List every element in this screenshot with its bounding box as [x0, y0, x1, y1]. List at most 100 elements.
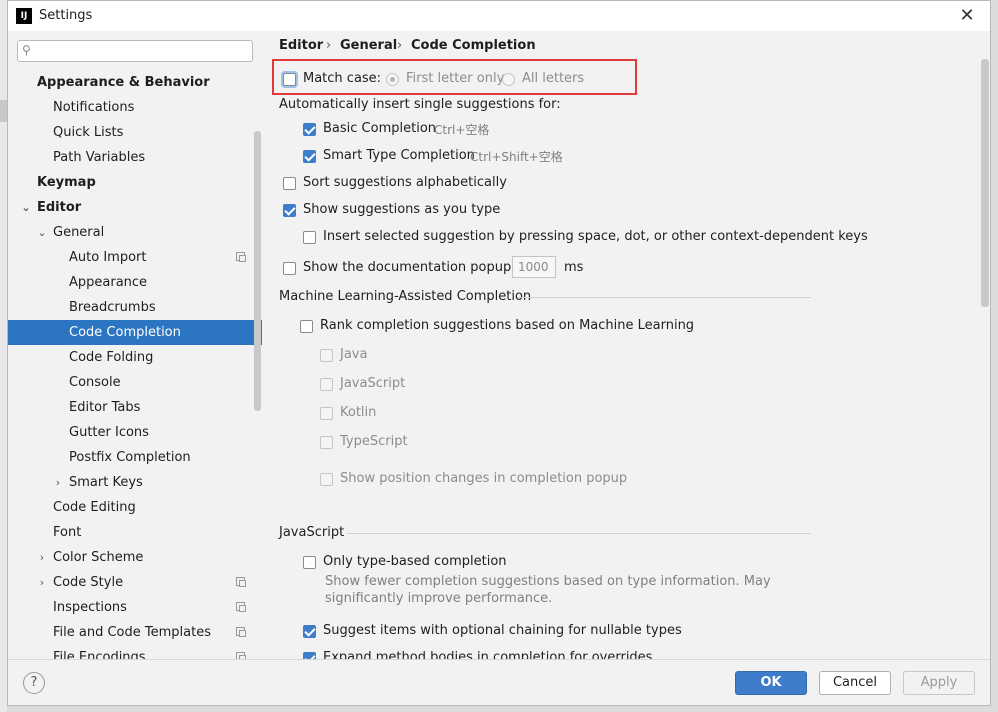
- ml-java-label: Java: [340, 347, 368, 362]
- suggest-optional-checkbox[interactable]: [303, 625, 316, 638]
- sidebar-item-auto-import[interactable]: Auto Import: [8, 245, 262, 270]
- sidebar-item-label: File Encodings: [53, 650, 146, 659]
- show-doc-checkbox[interactable]: [283, 262, 296, 275]
- sidebar-item-label: Keymap: [37, 175, 96, 190]
- project-settings-icon: [236, 652, 246, 659]
- only-type-desc-1: Show fewer completion suggestions based …: [325, 574, 771, 589]
- sidebar-item-postfix-completion[interactable]: Postfix Completion: [8, 445, 262, 470]
- chevron-down-icon[interactable]: ⌄: [36, 220, 48, 245]
- match-case-checkbox[interactable]: [283, 73, 296, 86]
- ml-rank-label: Rank completion suggestions based on Mac…: [320, 318, 695, 333]
- js-section-title: JavaScript: [279, 525, 345, 540]
- sidebar-item-file-encodings[interactable]: File Encodings: [8, 645, 262, 659]
- sidebar-item-label: Code Editing: [53, 500, 136, 515]
- sidebar-item-label: Code Completion: [69, 325, 181, 340]
- breadcrumb-general[interactable]: General: [340, 38, 397, 53]
- project-settings-icon: [236, 577, 246, 587]
- sidebar-item-quick-lists[interactable]: Quick Lists: [8, 120, 262, 145]
- settings-dialog: IJ Settings ✕ ⚲ Appearance & Behavior No…: [7, 0, 991, 706]
- insert-selected-checkbox[interactable]: [303, 231, 316, 244]
- background-mark: [0, 100, 7, 122]
- breadcrumb-code-completion: Code Completion: [411, 38, 536, 53]
- ml-javascript-checkbox[interactable]: [320, 378, 333, 391]
- ml-show-position-checkbox[interactable]: [320, 473, 333, 486]
- chevron-right-icon[interactable]: ›: [52, 470, 64, 495]
- settings-sidebar: ⚲ Appearance & Behavior Notifications Qu…: [8, 31, 262, 659]
- ml-section-title: Machine Learning-Assisted Completion: [279, 289, 532, 304]
- sidebar-item-keymap[interactable]: Keymap: [8, 170, 262, 195]
- ml-kotlin-checkbox[interactable]: [320, 407, 333, 420]
- ms-label: ms: [564, 260, 584, 275]
- sidebar-item-code-completion[interactable]: Code Completion: [8, 320, 262, 345]
- js-section-divider: [347, 533, 811, 534]
- sidebar-item-label: Appearance: [69, 275, 148, 290]
- sidebar-item-appearance[interactable]: Appearance: [8, 270, 262, 295]
- sidebar-item-notifications[interactable]: Notifications: [8, 95, 262, 120]
- sidebar-item-label: Font: [53, 525, 82, 540]
- ml-java-checkbox[interactable]: [320, 349, 333, 362]
- basic-completion-shortcut: Ctrl+空格: [434, 123, 490, 137]
- sidebar-item-label: Editor Tabs: [69, 400, 141, 415]
- sidebar-item-general[interactable]: ⌄ General: [8, 220, 262, 245]
- ml-show-position-label: Show position changes in completion popu…: [340, 471, 628, 486]
- ml-javascript-label: JavaScript: [340, 376, 406, 391]
- ml-section-divider: [517, 297, 811, 298]
- basic-completion-checkbox[interactable]: [303, 123, 316, 136]
- sidebar-item-label: Code Folding: [69, 350, 154, 365]
- title-bar: IJ Settings ✕: [8, 1, 990, 31]
- sidebar-item-appearance-behavior[interactable]: Appearance & Behavior: [8, 70, 262, 95]
- search-input[interactable]: ⚲: [17, 40, 253, 62]
- sidebar-item-font[interactable]: Font: [8, 520, 262, 545]
- sort-alpha-label: Sort suggestions alphabetically: [303, 175, 507, 190]
- breadcrumb-separator: ›: [326, 38, 332, 53]
- sidebar-item-code-editing[interactable]: Code Editing: [8, 495, 262, 520]
- window-title: Settings: [39, 8, 93, 23]
- close-icon[interactable]: ✕: [956, 5, 978, 27]
- apply-button[interactable]: Apply: [903, 671, 975, 695]
- smart-completion-checkbox[interactable]: [303, 150, 316, 163]
- sort-alpha-checkbox[interactable]: [283, 177, 296, 190]
- search-icon: ⚲: [22, 43, 31, 57]
- sidebar-item-gutter-icons[interactable]: Gutter Icons: [8, 420, 262, 445]
- expand-method-checkbox[interactable]: [303, 652, 316, 659]
- sidebar-item-editor-tabs[interactable]: Editor Tabs: [8, 395, 262, 420]
- only-type-checkbox[interactable]: [303, 556, 316, 569]
- sidebar-item-label: Smart Keys: [69, 475, 143, 490]
- sidebar-item-label: Inspections: [53, 600, 127, 615]
- first-letter-label: First letter only: [406, 71, 505, 86]
- help-button[interactable]: ?: [23, 672, 45, 694]
- dialog-footer: ? OK Cancel Apply: [8, 659, 990, 705]
- sidebar-item-path-variables[interactable]: Path Variables: [8, 145, 262, 170]
- sidebar-scrollbar[interactable]: [254, 131, 261, 411]
- ml-rank-checkbox[interactable]: [300, 320, 313, 333]
- basic-completion-label: Basic Completion: [323, 121, 437, 136]
- ml-typescript-checkbox[interactable]: [320, 436, 333, 449]
- all-letters-radio[interactable]: [502, 73, 515, 86]
- breadcrumb-editor[interactable]: Editor: [279, 38, 323, 53]
- sidebar-item-smart-keys[interactable]: › Smart Keys: [8, 470, 262, 495]
- sidebar-item-code-folding[interactable]: Code Folding: [8, 345, 262, 370]
- ok-button[interactable]: OK: [735, 671, 807, 695]
- suggest-optional-label: Suggest items with optional chaining for…: [323, 623, 682, 638]
- chevron-right-icon[interactable]: ›: [36, 570, 48, 595]
- sidebar-item-label: Editor: [37, 200, 82, 215]
- doc-delay-input[interactable]: 1000: [512, 256, 556, 278]
- content-scrollbar[interactable]: [981, 59, 989, 307]
- show-doc-label: Show the documentation popup in: [303, 260, 528, 275]
- chevron-right-icon[interactable]: ›: [36, 545, 48, 570]
- sidebar-item-color-scheme[interactable]: › Color Scheme: [8, 545, 262, 570]
- chevron-down-icon[interactable]: ⌄: [20, 195, 32, 220]
- sidebar-item-label: Quick Lists: [53, 125, 124, 140]
- show-as-type-checkbox[interactable]: [283, 204, 296, 217]
- intellij-app-icon: IJ: [16, 8, 32, 24]
- sidebar-item-inspections[interactable]: Inspections: [8, 595, 262, 620]
- sidebar-item-file-code-templates[interactable]: File and Code Templates: [8, 620, 262, 645]
- first-letter-radio[interactable]: [386, 73, 399, 86]
- sidebar-item-editor[interactable]: ⌄ Editor: [8, 195, 262, 220]
- sidebar-item-label: Breadcrumbs: [69, 300, 156, 315]
- cancel-button[interactable]: Cancel: [819, 671, 891, 695]
- sidebar-item-console[interactable]: Console: [8, 370, 262, 395]
- sidebar-item-label: File and Code Templates: [53, 625, 211, 640]
- sidebar-item-code-style[interactable]: › Code Style: [8, 570, 262, 595]
- sidebar-item-breadcrumbs[interactable]: Breadcrumbs: [8, 295, 262, 320]
